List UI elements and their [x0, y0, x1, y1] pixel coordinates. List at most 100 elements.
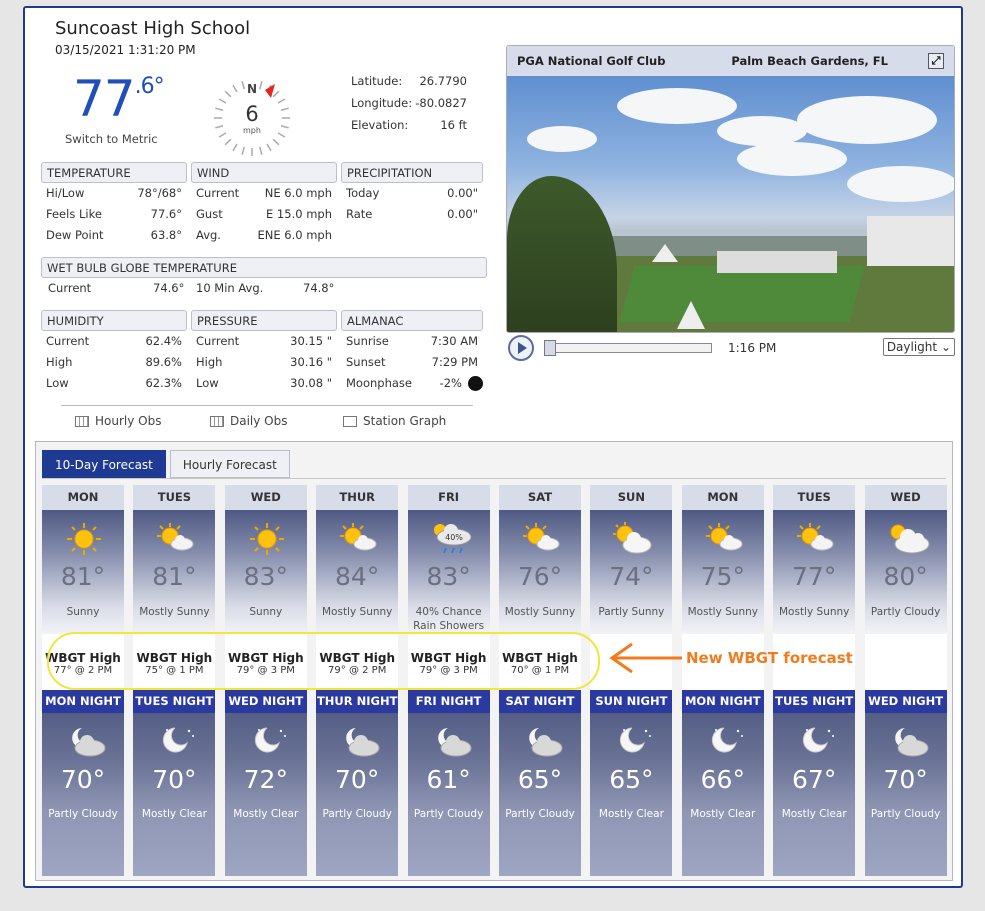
latitude-label: Latitude: — [351, 74, 403, 88]
night-condition: Partly Cloudy — [505, 808, 575, 820]
almanac-header: ALMANAC — [341, 310, 483, 331]
clear-night-icon — [795, 725, 835, 759]
partly-cloudy-icon — [887, 522, 930, 556]
links-divider — [61, 405, 473, 406]
row-label: Current — [46, 334, 90, 348]
wbgt-avg-value: 74.8° — [303, 281, 335, 295]
hourly-obs-link[interactable]: Hourly Obs — [75, 414, 161, 428]
timeline-slider[interactable] — [544, 340, 712, 356]
day-condition: Sunny — [249, 606, 283, 618]
clear-night-icon — [155, 725, 195, 759]
webcam-time: 1:16 PM — [728, 341, 777, 355]
night-name: SAT NIGHT — [499, 690, 581, 713]
day-panel: 81° Sunny — [42, 510, 124, 634]
day-name: MON — [42, 485, 124, 510]
daylight-select[interactable]: Daylight ⌄ — [882, 338, 955, 356]
row-label: Moonphase — [346, 376, 412, 390]
moon-icon — [468, 376, 483, 391]
day-high-temp: 80° — [883, 562, 928, 591]
row-label: Feels Like — [46, 207, 102, 221]
night-condition: Partly Cloudy — [413, 808, 484, 820]
forecast-day: WED 80° Partly Cloudy WED NIGHT 70° Partly Cl… — [864, 485, 947, 876]
wbgt-avg-label: 10 Min Avg. — [196, 281, 264, 295]
humidity-section: HUMIDITY Current 62.4% High 89.6% Low 62.3% — [41, 310, 187, 394]
day-name: SUN — [590, 485, 673, 510]
daylight-select-value: Daylight — [886, 340, 938, 354]
row-value: 63.8° — [150, 228, 182, 242]
row-label: Dew Point — [46, 228, 104, 242]
longitude-value: -80.0827 — [415, 96, 467, 110]
expand-icon[interactable]: ⤢ — [928, 53, 944, 69]
daily-obs-link[interactable]: Daily Obs — [210, 414, 288, 428]
day-name: THUR — [316, 485, 399, 510]
clear-night-icon — [247, 725, 287, 759]
tab-10-day-forecast[interactable]: 10-Day Forecast — [42, 450, 166, 478]
day-high-temp: 81° — [60, 562, 106, 591]
mostly-sunny-icon — [521, 522, 561, 556]
night-condition: Mostly Clear — [233, 808, 299, 820]
precipitation-header: PRECIPITATION — [341, 162, 483, 183]
night-panel: 70° Mostly Clear — [133, 713, 216, 876]
play-button[interactable] — [508, 335, 534, 361]
day-condition: Mostly Sunny — [778, 606, 850, 618]
day-panel: 81° Mostly Sunny — [133, 510, 216, 634]
wind-avg-row: Avg. ENE 6.0 mph — [191, 225, 337, 246]
day-panel: 77° Mostly Sunny — [773, 510, 856, 634]
table-icon — [75, 415, 89, 427]
day-condition: Mostly Sunny — [139, 606, 210, 618]
switch-to-metric-link[interactable]: Switch to Metric — [65, 132, 158, 146]
night-name: MON NIGHT — [42, 690, 124, 713]
day-panel: 83° Sunny — [224, 510, 307, 634]
night-panel: 70° Partly Cloudy — [42, 713, 124, 876]
almanac-section: ALMANAC Sunrise 7:30 AM Sunset 7:29 PM Moo… — [341, 310, 483, 394]
timeline-handle[interactable] — [544, 340, 556, 356]
station-graph-link[interactable]: Station Graph — [343, 414, 446, 428]
night-name: WED NIGHT — [224, 690, 307, 713]
forecast-tabs: 10-Day Forecast Hourly Forecast — [42, 450, 290, 478]
night-panel: 65° Partly Cloudy — [499, 713, 581, 876]
day-high-temp: 81° — [152, 562, 197, 591]
webcam-location: Palm Beach Gardens, FL — [731, 54, 888, 68]
wbgt-forecast — [864, 634, 947, 685]
night-condition: Mostly Clear — [141, 808, 207, 820]
row-label: High — [46, 355, 73, 369]
day-high-temp: 74° — [609, 562, 654, 591]
row-label: High — [196, 355, 223, 369]
link-label: Daily Obs — [230, 414, 288, 428]
row-value: 0.00" — [447, 186, 478, 200]
forecast-day: TUES 77° Mostly Sunny TUES NIGHT 67° Mostly C… — [773, 485, 856, 876]
pressure-section: PRESSURE Current 30.15 " High 30.16 " Low 3… — [191, 310, 337, 394]
day-panel: 76° Mostly Sunny — [499, 510, 581, 634]
night-low-temp: 65° — [517, 765, 563, 794]
row-label: Today — [346, 186, 380, 200]
humidity-header: HUMIDITY — [41, 310, 187, 331]
elevation-label: Elevation: — [351, 118, 409, 132]
webcam-panel: PGA National Golf Club Palm Beach Garden… — [506, 45, 955, 333]
pressure-current-row: Current 30.15 " — [191, 331, 337, 352]
row-value: 0.00" — [447, 207, 478, 221]
day-panel: 40% 83° 40% Chance Rain Showers — [407, 510, 490, 634]
night-low-temp: 70° — [335, 765, 380, 794]
night-low-temp: 65° — [609, 765, 654, 794]
day-name: WED — [224, 485, 307, 510]
current-temperature: 77.6° — [73, 70, 165, 128]
night-panel: 61° Partly Cloudy — [407, 713, 490, 876]
precip-rate-row: Rate 0.00" — [341, 204, 483, 225]
night-panel: 70° Partly Cloudy — [864, 713, 947, 876]
rain-icon: 40% — [430, 522, 472, 556]
humidity-current-row: Current 62.4% — [41, 331, 187, 352]
night-name: TUES NIGHT — [133, 690, 216, 713]
tab-hourly-forecast[interactable]: Hourly Forecast — [169, 450, 290, 478]
night-name: SUN NIGHT — [590, 690, 673, 713]
location-coordinates: Latitude: 26.7790 Longitude: -80.0827 Elev… — [351, 70, 467, 136]
night-low-temp: 70° — [883, 765, 928, 794]
night-panel: 72° Mostly Clear — [224, 713, 307, 876]
night-condition: Partly Cloudy — [322, 808, 392, 820]
day-panel: 84° Mostly Sunny — [316, 510, 399, 634]
night-low-temp: 72° — [243, 765, 288, 794]
webcam-header: PGA National Golf Club Palm Beach Garden… — [507, 46, 954, 76]
row-label: Sunrise — [346, 334, 389, 348]
sunrise-row: Sunrise 7:30 AM — [341, 331, 483, 352]
day-name: SAT — [499, 485, 581, 510]
day-condition: Mostly Sunny — [321, 606, 393, 618]
